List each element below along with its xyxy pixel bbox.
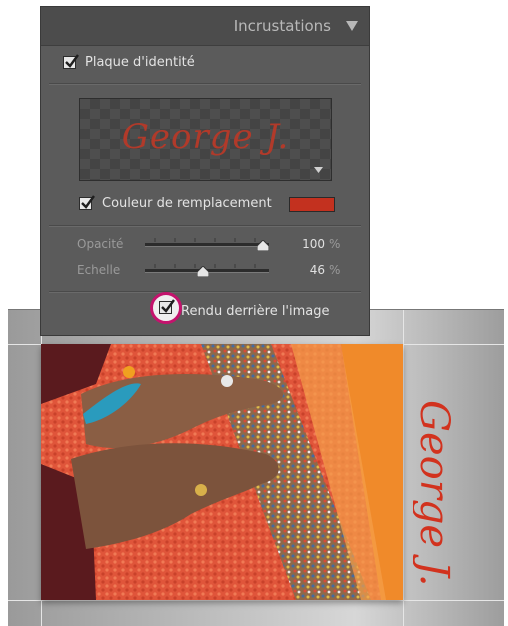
- collapse-triangle-icon[interactable]: [345, 19, 359, 33]
- image-workspace: George J.: [8, 309, 504, 626]
- scale-value[interactable]: 46: [281, 263, 325, 277]
- photo-beads-hands: [41, 344, 403, 600]
- dropdown-arrow-icon[interactable]: [314, 167, 323, 173]
- checkmark-icon: [81, 195, 95, 209]
- opacity-slider-thumb[interactable]: [257, 240, 269, 251]
- identity-plate-watermark[interactable]: George J.: [413, 398, 453, 618]
- scale-label: Echelle: [77, 263, 121, 277]
- identity-plate-preview[interactable]: George J.: [79, 98, 332, 181]
- identity-plate-label: Plaque d'identité: [85, 55, 195, 70]
- photo-image: [41, 344, 403, 600]
- divider: [49, 83, 361, 85]
- overlays-panel: Incrustations Plaque d'identité George J…: [40, 6, 370, 336]
- divider: [49, 291, 361, 293]
- scale-slider-thumb[interactable]: [196, 266, 209, 277]
- opacity-label: Opacité: [77, 237, 124, 251]
- identity-plate-signature: George J.: [121, 117, 290, 157]
- watermark-text: George J.: [413, 400, 453, 586]
- guide-line-right: [403, 310, 404, 626]
- render-behind-image-label: Rendu derrière l'image: [181, 304, 330, 319]
- scale-unit: %: [329, 263, 341, 277]
- override-color-swatch[interactable]: [289, 197, 335, 212]
- opacity-slider-track[interactable]: [145, 243, 269, 247]
- opacity-value[interactable]: 100: [281, 237, 325, 251]
- render-behind-image-checkbox[interactable]: [159, 299, 175, 314]
- override-color-label: Couleur de remplacement: [102, 196, 272, 211]
- override-color-checkbox[interactable]: [79, 195, 95, 210]
- divider: [49, 225, 361, 227]
- panel-header[interactable]: Incrustations: [41, 7, 369, 46]
- identity-plate-checkbox[interactable]: [63, 54, 79, 69]
- opacity-unit: %: [329, 237, 341, 251]
- checkmark-icon: [161, 299, 175, 313]
- panel-title: Incrustations: [233, 17, 331, 35]
- checkmark-icon: [65, 54, 79, 68]
- opacity-slider-ticks: [154, 238, 256, 242]
